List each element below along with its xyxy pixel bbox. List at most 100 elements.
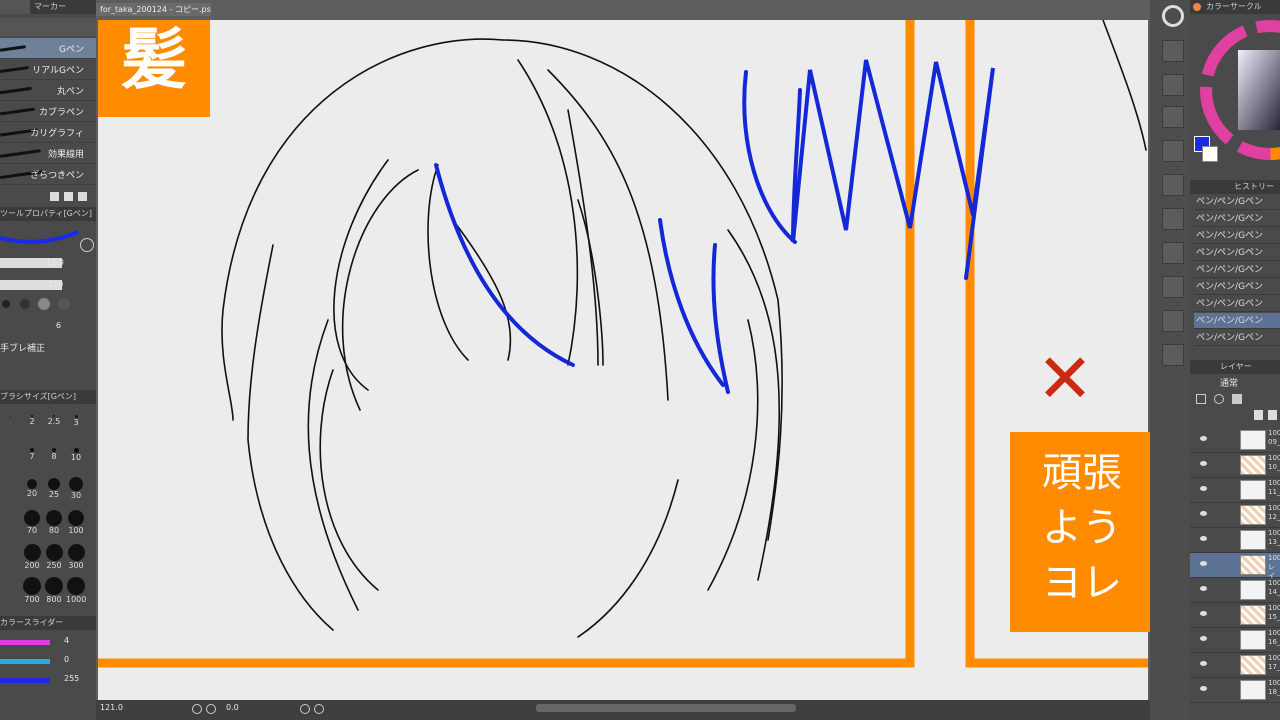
- brush-size-cell[interactable]: 2.5: [44, 404, 64, 434]
- eye-settings-icon[interactable]: [1214, 394, 1224, 404]
- history-tab[interactable]: ヒストリー: [1234, 180, 1274, 194]
- brush-size-cell[interactable]: 700: [22, 574, 42, 604]
- hand-tool-button[interactable]: [1162, 344, 1184, 366]
- drawing-canvas[interactable]: [98, 20, 1148, 700]
- brush-size-cell[interactable]: 30: [66, 472, 86, 502]
- layer-tool-button[interactable]: [1162, 242, 1184, 264]
- lock-icon[interactable]: [1232, 394, 1242, 404]
- brush-size-cell[interactable]: 80: [44, 506, 64, 536]
- eye-icon[interactable]: [1200, 511, 1207, 516]
- brush-size-cell[interactable]: 2: [22, 404, 42, 434]
- zoom-icon[interactable]: [80, 238, 94, 252]
- aa-none-button[interactable]: [2, 300, 10, 308]
- brush-size-cell[interactable]: 250: [44, 540, 64, 570]
- layer-row[interactable]: 100 14_: [1190, 578, 1280, 603]
- eye-icon[interactable]: [1200, 561, 1207, 566]
- layer-row[interactable]: 100 13_: [1190, 528, 1280, 553]
- eye-icon[interactable]: [1200, 611, 1207, 616]
- layer-row[interactable]: 100 17_: [1190, 653, 1280, 678]
- rotate-left-icon[interactable]: [300, 704, 310, 714]
- layer-tab[interactable]: レイヤー: [1220, 360, 1252, 374]
- brush-size-cell[interactable]: 8: [44, 438, 64, 468]
- layer-row[interactable]: 100 18_: [1190, 678, 1280, 703]
- sub-color-swatch[interactable]: [1202, 146, 1218, 162]
- copy-icon[interactable]: [64, 192, 73, 201]
- selection-tool-button[interactable]: [1162, 106, 1184, 128]
- layer-row[interactable]: 100 11_: [1190, 478, 1280, 503]
- eye-icon[interactable]: [1200, 486, 1207, 491]
- aa-strong-button[interactable]: [58, 298, 70, 310]
- pen-item[interactable]: Gペン: [0, 38, 96, 59]
- search-icon[interactable]: [1162, 5, 1184, 27]
- brush-size-cell[interactable]: 10: [66, 438, 86, 468]
- zoom-out-icon[interactable]: [206, 704, 216, 714]
- transform-tool-button[interactable]: [1162, 40, 1184, 62]
- brush-size-cell[interactable]: 300: [66, 540, 86, 570]
- pen-item[interactable]: リアルGペン: [0, 59, 96, 80]
- aa-medium-button[interactable]: [38, 298, 50, 310]
- brush-size-cell[interactable]: 25: [44, 472, 64, 502]
- layer-row[interactable]: 100 15_: [1190, 603, 1280, 628]
- pen-tool-button[interactable]: [1162, 174, 1184, 196]
- layer-row[interactable]: 100 10_: [1190, 453, 1280, 478]
- brush-size-cell[interactable]: 20: [22, 472, 42, 502]
- marker-tab[interactable]: マーカー: [34, 0, 66, 14]
- fill-tool-button[interactable]: [1162, 140, 1184, 162]
- brush-size-cell[interactable]: 3: [66, 404, 86, 434]
- brush-size-cell[interactable]: 1000: [66, 574, 86, 604]
- eye-icon[interactable]: [1200, 686, 1207, 691]
- pen-item[interactable]: カブラペン: [0, 101, 96, 122]
- trash-icon[interactable]: [78, 192, 87, 201]
- history-item[interactable]: ペン/ペン/Gペン: [1194, 194, 1280, 210]
- eye-icon[interactable]: [1200, 536, 1207, 541]
- history-item[interactable]: ペン/ペン/Gペン: [1194, 313, 1280, 329]
- rotation-value[interactable]: 0.0: [226, 703, 239, 712]
- delete-layer-icon[interactable]: [1268, 410, 1277, 420]
- rotate-right-icon[interactable]: [314, 704, 324, 714]
- history-item[interactable]: ペン/ペン/Gペン: [1194, 330, 1280, 346]
- color-slider[interactable]: [0, 640, 50, 645]
- history-item[interactable]: ペン/ペン/Gペン: [1194, 228, 1280, 244]
- color-slider[interactable]: [0, 678, 50, 683]
- layer-row[interactable]: 100 12_: [1190, 503, 1280, 528]
- gradient-tool-button[interactable]: [1162, 276, 1184, 298]
- brush-size-cell[interactable]: 7: [22, 438, 42, 468]
- brush-size-cell[interactable]: 200: [22, 540, 42, 570]
- horizontal-scrollbar[interactable]: [536, 704, 796, 712]
- history-item[interactable]: ペン/ペン/Gペン: [1194, 262, 1280, 278]
- brush-size-cell[interactable]: [0, 404, 20, 434]
- history-item[interactable]: ペン/ペン/Gペン: [1194, 245, 1280, 261]
- zoom-value[interactable]: 121.0: [100, 703, 123, 712]
- eye-icon[interactable]: [1200, 436, 1207, 441]
- aa-weak-button[interactable]: [20, 299, 30, 309]
- history-item[interactable]: ペン/ペン/Gペン: [1194, 296, 1280, 312]
- pen-tab[interactable]: [0, 0, 30, 14]
- layer-row[interactable]: 100 09_: [1190, 428, 1280, 453]
- layer-row[interactable]: 100 レイ: [1190, 553, 1280, 580]
- brush-size-cell[interactable]: 70: [22, 506, 42, 536]
- layer-row[interactable]: 100 16_: [1190, 628, 1280, 653]
- zoom-in-icon[interactable]: [192, 704, 202, 714]
- eye-icon[interactable]: [1200, 636, 1207, 641]
- eraser-tool-button[interactable]: [1162, 208, 1184, 230]
- history-item[interactable]: ペン/ペン/Gペン: [1194, 211, 1280, 227]
- new-layer-icon[interactable]: [1254, 410, 1263, 420]
- eye-icon[interactable]: [1200, 661, 1207, 666]
- move-tool-button[interactable]: [1162, 74, 1184, 96]
- document-tab[interactable]: for_taka_200124 - コピー.psd*: [96, 3, 211, 16]
- figure-tool-button[interactable]: [1162, 310, 1184, 332]
- layer-property-icon[interactable]: [1196, 394, 1206, 404]
- pen-item[interactable]: 丸ペン: [0, 80, 96, 101]
- pen-item[interactable]: カリグラフィ: [0, 122, 96, 143]
- settings-icon[interactable]: [50, 192, 59, 201]
- pen-item[interactable]: 効果線用: [0, 143, 96, 164]
- eye-icon[interactable]: [1200, 586, 1207, 591]
- blend-mode-select[interactable]: 通常: [1220, 376, 1238, 389]
- color-circle-tab-label[interactable]: カラーサークル: [1206, 0, 1262, 14]
- history-item[interactable]: ペン/ペン/Gペン: [1194, 279, 1280, 295]
- eye-icon[interactable]: [1200, 461, 1207, 466]
- pen-item[interactable]: ざらつきペン: [0, 164, 96, 185]
- color-slider[interactable]: [0, 659, 50, 664]
- brush-size-cell[interactable]: 100: [66, 506, 86, 536]
- brush-size-cell[interactable]: 800: [44, 574, 64, 604]
